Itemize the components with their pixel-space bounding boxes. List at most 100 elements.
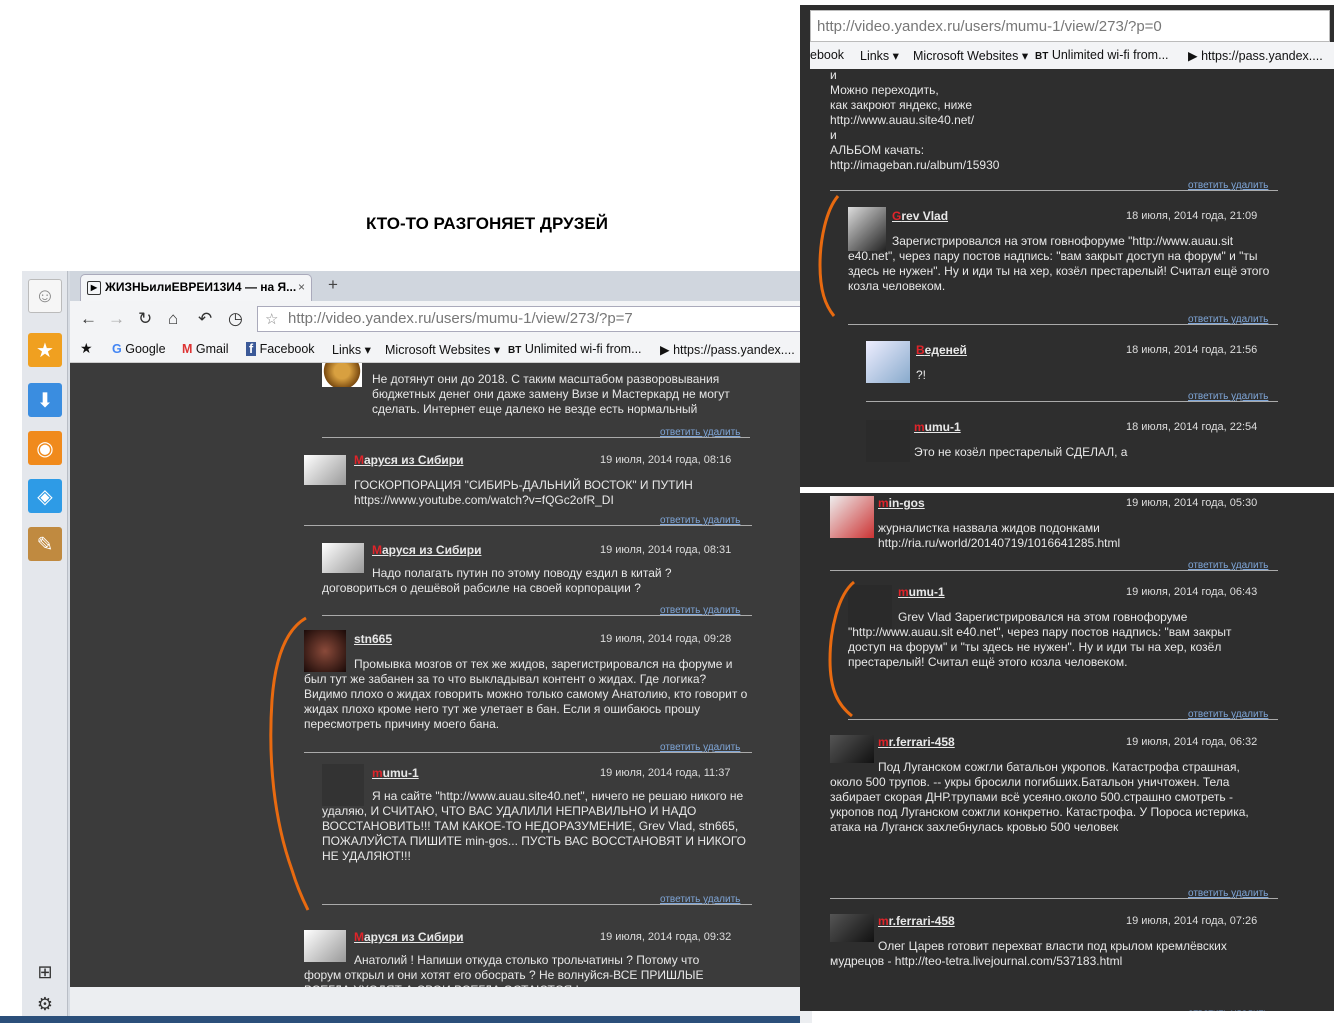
- comment: Маруся из Сибири 19 июля, 2014 года, 08:…: [322, 541, 754, 617]
- forward-icon[interactable]: →: [108, 309, 125, 329]
- address-bar[interactable]: http://video.yandex.ru/users/mumu-1/view…: [810, 10, 1330, 42]
- comment-text: ГОСКОРПОРАЦИЯ "СИБИРЬ-ДАЛЬНИЙ ВОСТОК" И …: [354, 478, 693, 507]
- comment-author[interactable]: mumu-1: [372, 766, 419, 781]
- tab-bar: ▶ ЖИЗНЬилиЕВРЕИ13И4 — на Я... × +: [70, 271, 812, 301]
- bookmark-microsoft[interactable]: Microsoft Websites ▾: [913, 48, 1028, 63]
- comment: Веденей 18 июля, 2014 года, 21:56 ?! отв…: [866, 341, 1280, 403]
- comment-text: Анатолий ! Напиши откуда столько трольча…: [304, 953, 704, 987]
- bookmark-star-icon[interactable]: ☆: [265, 310, 278, 328]
- bookmark-wifi[interactable]: BT Unlimited wi-fi from...: [1035, 48, 1169, 62]
- comments-area: Не дотянут они до 2018. С таким масштабо…: [70, 363, 812, 987]
- comment-text: Это не козёл престарелый СДЕЛАЛ, а: [914, 445, 1128, 459]
- comment-date: 19 июля, 2014 года, 07:26: [1126, 915, 1258, 927]
- reply-delete-link[interactable]: ответить удалить: [1188, 1006, 1268, 1011]
- divider: [848, 324, 1278, 325]
- comment-date: 19 июля, 2014 года, 08:16: [600, 454, 732, 466]
- notes-icon[interactable]: ✎: [28, 527, 62, 561]
- comment-author[interactable]: mumu-1: [914, 420, 961, 435]
- comment: mumu-1 19 июля, 2014 года, 06:43 Grev Vl…: [848, 585, 1280, 721]
- comment-date: 18 июля, 2014 года, 22:54: [1126, 421, 1258, 433]
- bookmarks-bar: ebook Links ▾ Microsoft Websites ▾ BT Un…: [810, 42, 1334, 69]
- comment: Маруся из Сибири 19 июля, 2014 года, 09:…: [304, 928, 754, 987]
- bookmark-links[interactable]: Links ▾: [860, 48, 899, 63]
- comment-author[interactable]: Веденей: [916, 343, 967, 358]
- comment-text: журналистка назвала жидов подонками http…: [878, 521, 1121, 550]
- bookmark-links[interactable]: Links ▾: [332, 342, 371, 357]
- comment-text: Надо полагать путин по этому поводу езди…: [322, 566, 672, 595]
- avatar: [830, 735, 874, 763]
- comment-date: 19 июля, 2014 года, 06:43: [1126, 586, 1258, 598]
- add-panel-icon[interactable]: ⊞: [28, 955, 62, 989]
- comment: Маруся из Сибири 19 июля, 2014 года, 08:…: [304, 451, 754, 527]
- bookmark-google[interactable]: G Google: [112, 342, 166, 356]
- tab-title: ЖИЗНЬилиЕВРЕИ13И4 — на Я...: [105, 280, 297, 294]
- taskbar: [0, 1016, 800, 1023]
- comment-text: Не дотянут они до 2018. С таким масштабо…: [372, 372, 730, 416]
- chat-icon[interactable]: ◈: [28, 479, 62, 513]
- comment-date: 19 июля, 2014 года, 09:28: [600, 633, 732, 645]
- history-icon[interactable]: ◷: [228, 309, 243, 329]
- comment-author[interactable]: min-gos: [878, 496, 925, 511]
- comment-author[interactable]: Маруся из Сибири: [354, 930, 463, 945]
- comment: Grev Vlad 18 июля, 2014 года, 21:09 Заре…: [848, 207, 1280, 327]
- bookmark-microsoft[interactable]: Microsoft Websites ▾: [385, 342, 500, 357]
- comment-date: 19 июля, 2014 года, 05:30: [1126, 497, 1258, 509]
- comment-text: Под Луганском сожгли батальон укропов. К…: [830, 760, 1249, 834]
- divider: [322, 615, 752, 616]
- comment-author[interactable]: mr.ferrari-458: [878, 735, 955, 750]
- divider: [830, 570, 1278, 571]
- bookmark-pass-yandex[interactable]: ▶ https://pass.yandex....: [660, 342, 795, 357]
- bookmark-ebook[interactable]: ebook: [810, 48, 844, 62]
- comment-author[interactable]: Маруся из Сибири: [372, 543, 481, 558]
- url-text: http://video.yandex.ru/users/mumu-1/view…: [288, 310, 633, 327]
- bookmarks-star-icon[interactable]: ★: [80, 340, 93, 357]
- divider: [830, 190, 1278, 191]
- avatar: [322, 363, 362, 387]
- divider: [848, 719, 1278, 720]
- comment-date: 19 июля, 2014 года, 06:32: [1126, 736, 1258, 748]
- undo-icon[interactable]: ↶: [198, 309, 212, 329]
- comment-date: 19 июля, 2014 года, 11:37: [600, 767, 731, 779]
- bookmark-facebook[interactable]: f Facebook: [246, 342, 315, 356]
- comment-text: Зарегистрировался на этом говнофоруме "h…: [848, 234, 1270, 293]
- bookmark-pass-yandex[interactable]: ▶ https://pass.yandex....: [1188, 48, 1323, 63]
- comment-date: 19 июля, 2014 года, 08:31: [600, 544, 732, 556]
- comment: min-gos 19 июля, 2014 года, 05:30 журнал…: [830, 496, 1280, 572]
- smiley-icon[interactable]: ☺: [28, 279, 62, 313]
- left-browser-window: ☺ ★ ⬇ ◉ ◈ ✎ ⊞ ⚙ ▶ ЖИЗНЬилиЕВРЕИ13И4 — на…: [22, 271, 817, 1023]
- comment-author[interactable]: stn665: [354, 632, 392, 647]
- bookmark-wifi[interactable]: BT Unlimited wi-fi from...: [508, 342, 642, 356]
- bookmark-gmail[interactable]: M Gmail: [182, 342, 229, 356]
- tab-active[interactable]: ▶ ЖИЗНЬилиЕВРЕИ13И4 — на Я... ×: [80, 274, 312, 301]
- reload-icon[interactable]: ↻: [138, 309, 152, 329]
- divider-strip: [800, 487, 1334, 493]
- address-bar[interactable]: ☆ http://video.yandex.ru/users/mumu-1/vi…: [257, 306, 817, 332]
- back-icon[interactable]: ←: [80, 309, 97, 329]
- comment-date: 18 июля, 2014 года, 21:09: [1126, 210, 1258, 222]
- browser-sidebar: ☺ ★ ⬇ ◉ ◈ ✎ ⊞ ⚙: [22, 271, 68, 1023]
- comment-author[interactable]: Grev Vlad: [892, 209, 948, 224]
- comment: mr.ferrari-458 19 июля, 2014 года, 06:32…: [830, 735, 1280, 901]
- star-icon[interactable]: ★: [28, 333, 62, 367]
- close-tab-icon[interactable]: ×: [298, 280, 305, 294]
- new-tab-button[interactable]: +: [328, 275, 338, 295]
- home-icon[interactable]: ⌂: [168, 309, 178, 329]
- nav-bar: ← → ↻ ⌂ ↶ ◷ ☆ http://video.yandex.ru/use…: [70, 301, 817, 337]
- download-icon[interactable]: ⬇: [28, 383, 62, 417]
- comment-text: Олег Царев готовит перехват власти под к…: [830, 939, 1227, 968]
- comment-author[interactable]: mr.ferrari-458: [878, 914, 955, 929]
- comment: Не дотянут они до 2018. С таким масштабо…: [322, 363, 752, 443]
- avatar: [830, 496, 874, 538]
- comment-author[interactable]: mumu-1: [898, 585, 945, 600]
- divider: [830, 898, 1278, 899]
- play-icon: ▶: [87, 281, 101, 295]
- divider: [322, 437, 750, 438]
- avatar: [304, 455, 346, 485]
- rss-icon[interactable]: ◉: [28, 431, 62, 465]
- comment-text: Я на сайте "http://www.auau.site40.net",…: [322, 789, 747, 863]
- divider: [304, 752, 752, 753]
- bookmarks-bar: ★ G Google M Gmail f Facebook Links ▾ Mi…: [70, 337, 812, 363]
- comment: stn665 19 июля, 2014 года, 09:28 Промывк…: [304, 630, 754, 753]
- comment-author[interactable]: Маруся из Сибири: [354, 453, 463, 468]
- divider: [322, 904, 752, 905]
